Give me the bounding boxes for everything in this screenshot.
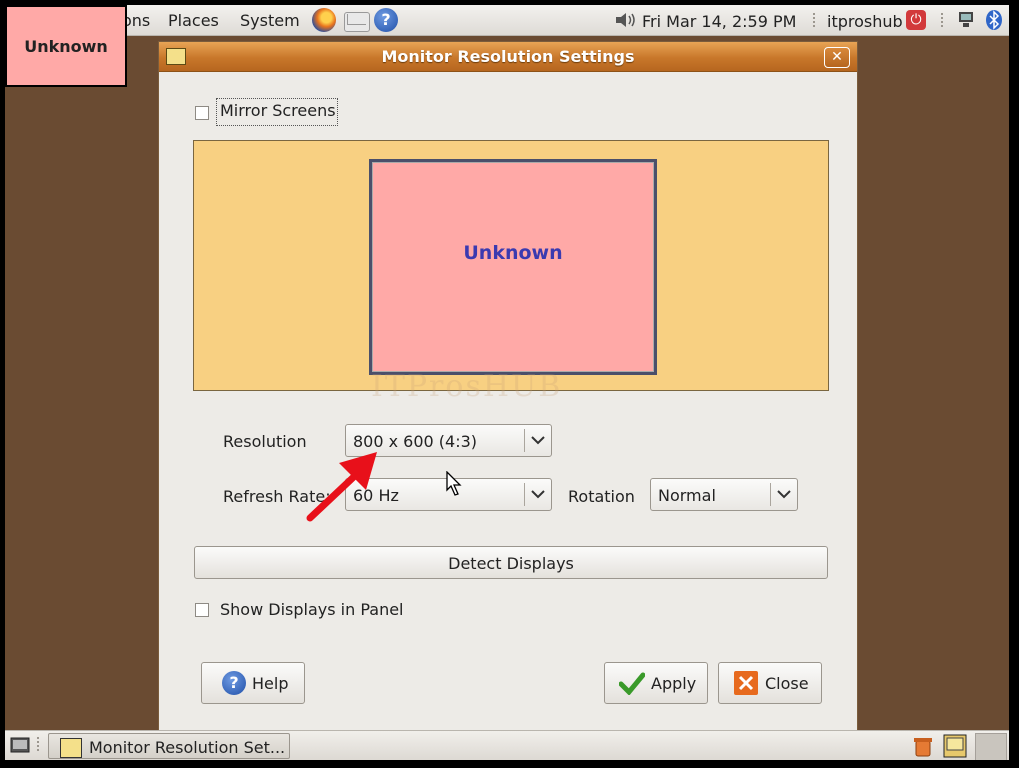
annotation-arrow: [306, 452, 377, 522]
display-icon: [60, 738, 82, 758]
show-desktop-icon[interactable]: [10, 736, 32, 756]
trash-icon[interactable]: [912, 735, 934, 757]
overlay-label: Unknown: [5, 5, 127, 87]
mouse-cursor: [446, 471, 462, 496]
panel-separator: [37, 737, 41, 751]
desktop: ons Places System ? Fri Mar 14, 2:59 PM …: [5, 5, 1009, 760]
taskbar-window-label: Monitor Resolution Set...: [89, 738, 286, 757]
display-tray-icon[interactable]: [943, 734, 967, 758]
taskbar-window-button[interactable]: Monitor Resolution Set...: [48, 733, 290, 759]
workspace-switcher[interactable]: [975, 733, 1007, 760]
bottom-panel: Monitor Resolution Set...: [5, 730, 1009, 760]
